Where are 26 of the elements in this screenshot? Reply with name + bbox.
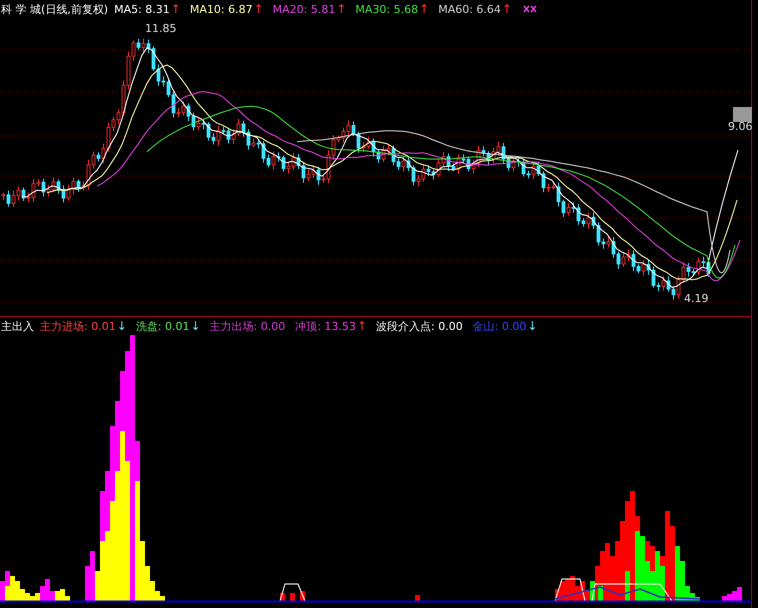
trend-arrow: ↓ [527, 319, 538, 333]
indicator-value: 主力出场: 0.00 [210, 318, 286, 334]
cross-marks-icon [522, 5, 537, 13]
indicator-value: MA60: 6.64 [438, 2, 501, 16]
indicator-value: 洗盘: 0.01 [136, 318, 190, 334]
trend-arrow: ↑ [419, 2, 430, 16]
trend-arrow: ↑ [356, 319, 367, 333]
high-price-label: 11.85 [145, 22, 176, 35]
indicator-value: MA20: 5.81 [272, 2, 336, 16]
last-price-marker [733, 107, 752, 122]
indicator-value: 冲顶: 13.53 [295, 318, 356, 334]
trend-arrow: ↓ [116, 319, 127, 333]
indicator-title: 主出入 [1, 318, 34, 334]
trend-arrow: ↑ [170, 2, 181, 16]
trend-arrow: ↑ [502, 2, 512, 16]
indicator-value: 金山: 0.00 [472, 318, 526, 334]
indicator-value: MA10: 6.87 [190, 2, 253, 16]
trend-arrow: ↑ [254, 2, 264, 16]
indicator-value: MA30: 5.68 [355, 2, 418, 16]
indicator-value: 波段介入点: 0.00 [376, 318, 463, 334]
low-price-label: 4.19 [684, 292, 708, 305]
trend-arrow: ↑ [336, 2, 346, 16]
indicator-value: MA5: 8.31 [114, 2, 170, 16]
chart-title: 科 学 城(日线,前复权) [1, 2, 108, 16]
trend-arrow: ↓ [190, 319, 201, 333]
indicator-value: 主力进场: 0.01 [40, 318, 116, 334]
